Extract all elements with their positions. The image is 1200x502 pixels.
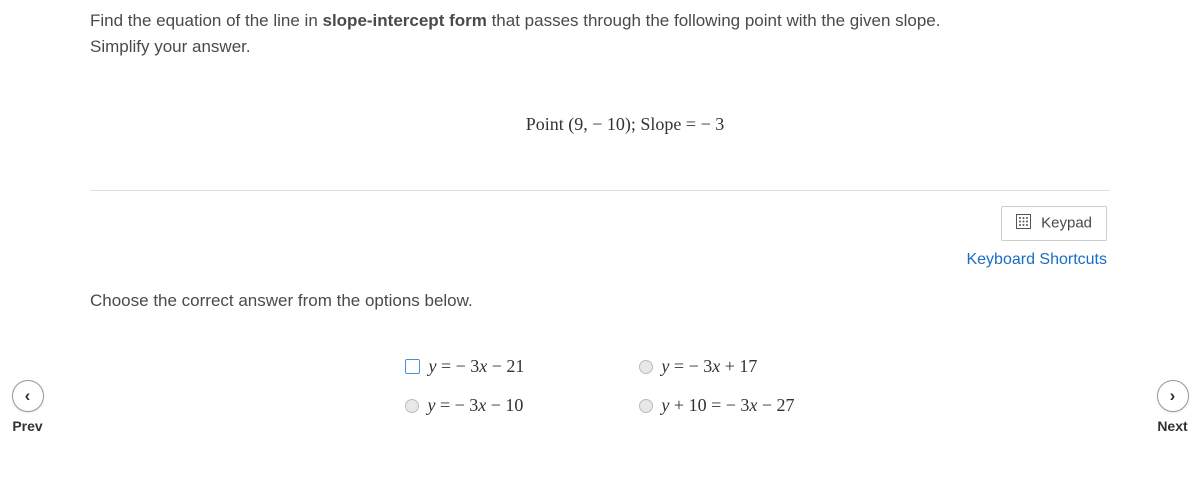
option-c[interactable]: y = − 3x − 10 [405, 395, 524, 416]
question-line1-after: that passes through the following point … [487, 11, 941, 30]
option-d-label: y + 10 = − 3x − 27 [661, 395, 794, 416]
radio-icon [639, 360, 653, 374]
checkbox-icon [405, 359, 420, 374]
question-line1-before: Find the equation of the line in [90, 11, 323, 30]
options-column-right: y = − 3x + 17 y + 10 = − 3x − 27 [639, 356, 794, 416]
question-prompt: Find the equation of the line in slope-i… [90, 0, 1110, 59]
point-slope-info: Point (9, − 10); Slope = − 3 [90, 114, 1110, 135]
option-a[interactable]: y = − 3x − 21 [405, 356, 524, 377]
option-c-label: y = − 3x − 10 [427, 395, 523, 416]
prev-arrow-button[interactable]: ‹ [12, 380, 44, 412]
next-arrow-button[interactable]: › [1157, 380, 1189, 412]
section-divider [90, 190, 1110, 191]
radio-icon [639, 399, 653, 413]
keypad-label: Keypad [1041, 214, 1092, 231]
toolbar: Keypad Keyboard Shortcuts [90, 206, 1110, 269]
option-b[interactable]: y = − 3x + 17 [639, 356, 794, 377]
nav-prev: ‹ Prev [0, 380, 55, 434]
prev-label: Prev [0, 418, 55, 434]
option-d[interactable]: y + 10 = − 3x − 27 [639, 395, 794, 416]
chevron-left-icon: ‹ [25, 386, 31, 406]
question-line2: Simplify your answer. [90, 37, 251, 56]
next-label: Next [1145, 418, 1200, 434]
radio-icon [405, 399, 419, 413]
keypad-icon [1016, 214, 1031, 233]
keypad-button[interactable]: Keypad [1001, 206, 1107, 241]
question-line1-bold: slope-intercept form [323, 11, 487, 30]
options-column-left: y = − 3x − 21 y = − 3x − 10 [405, 356, 524, 416]
nav-next: › Next [1145, 380, 1200, 434]
chevron-right-icon: › [1170, 386, 1176, 406]
keyboard-shortcuts-link[interactable]: Keyboard Shortcuts [90, 251, 1107, 269]
option-b-label: y = − 3x + 17 [661, 356, 757, 377]
options-container: y = − 3x − 21 y = − 3x − 10 y = − 3x + 1… [90, 356, 1110, 416]
option-a-label: y = − 3x − 21 [428, 356, 524, 377]
instruction-text: Choose the correct answer from the optio… [90, 291, 1110, 311]
